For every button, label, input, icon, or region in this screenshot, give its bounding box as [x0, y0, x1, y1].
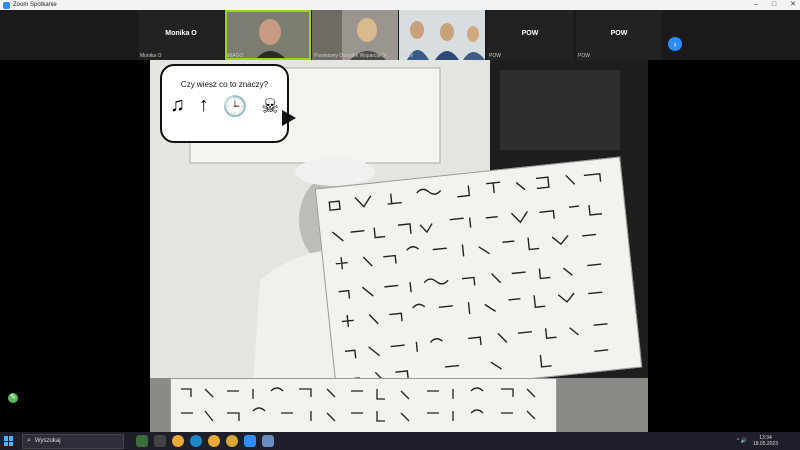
- speech-bubble-tail: [282, 110, 296, 126]
- participant-label: iMAGO: [227, 53, 244, 59]
- participant-label: POW: [401, 53, 413, 59]
- blissymbols-row: [181, 387, 536, 422]
- participant-tile[interactable]: POW POW: [487, 10, 573, 60]
- participant-tile[interactable]: Monika O Monika O: [138, 10, 224, 60]
- participant-video-tile[interactable]: Powiatowy Ośrodek Wsparcia "P...: [312, 10, 398, 60]
- edge-icon[interactable]: [190, 435, 202, 447]
- tray-icons[interactable]: ^ 🔊: [737, 438, 747, 444]
- window-title: Zoom Spotkanie: [13, 2, 57, 8]
- participant-label: Monika O: [140, 53, 162, 59]
- participant-name: POW: [521, 30, 539, 37]
- speech-bubble: Czy wiesz co to znaczy? ♫ ↑ 🕒 ☠: [160, 64, 289, 143]
- search-placeholder: Wyszukaj: [34, 438, 61, 444]
- widgets-icon[interactable]: [136, 435, 148, 447]
- music-note-icon: ♫: [170, 94, 185, 116]
- search-icon: ⌕: [27, 437, 31, 444]
- participant-strip: Monika O Monika O iMAGO Powiatowy Ośrode…: [0, 10, 800, 60]
- maximize-button[interactable]: □: [772, 0, 776, 10]
- taskbar-apps: [136, 435, 274, 447]
- participant-label: POW: [489, 53, 501, 59]
- participant-label: Powiatowy Ośrodek Wsparcia "P...: [314, 53, 391, 59]
- skull-crossbones-icon: ☠: [261, 96, 279, 118]
- chrome-icon[interactable]: [226, 435, 238, 447]
- participant-tile[interactable]: POW POW: [576, 10, 662, 60]
- zoom-icon[interactable]: [244, 435, 256, 447]
- participant-video-tile[interactable]: POW: [399, 10, 485, 60]
- participant-name: POW: [610, 30, 628, 37]
- minimize-button[interactable]: –: [754, 0, 758, 10]
- blissymbols-grid: [328, 172, 609, 382]
- next-page-button[interactable]: ›: [668, 37, 682, 51]
- participant-video-tile[interactable]: iMAGO: [225, 10, 311, 60]
- file-explorer-icon[interactable]: [262, 435, 274, 447]
- participant-label: POW: [578, 53, 590, 59]
- chrome-icon[interactable]: [172, 435, 184, 447]
- bubble-icons: ♫ ↑ 🕒 ☠: [170, 94, 279, 119]
- windows-taskbar: ⌕ Wyszukaj ^ 🔊 13:34 18.05.2023: [0, 432, 800, 450]
- annotate-pen-icon[interactable]: ✎: [8, 393, 18, 403]
- task-view-icon[interactable]: [154, 435, 166, 447]
- close-button[interactable]: ✕: [790, 0, 796, 10]
- arrow-up-icon: ↑: [198, 94, 209, 116]
- bubble-question: Czy wiesz co to znaczy?: [180, 80, 269, 89]
- symbol-board-bottom: [170, 378, 557, 432]
- clock-date: 18.05.2023: [752, 441, 778, 447]
- window-controls: – □ ✕: [754, 0, 796, 10]
- symbol-board: [314, 156, 643, 400]
- window-titlebar: Zoom Spotkanie – □ ✕: [0, 0, 800, 10]
- participant-name: Monika O: [165, 30, 197, 37]
- chrome-icon[interactable]: [208, 435, 220, 447]
- clock[interactable]: 13:34 18.05.2023: [753, 435, 778, 447]
- system-tray: ^ 🔊 13:34 18.05.2023: [737, 432, 778, 450]
- zoom-app-icon: [3, 1, 10, 9]
- windows-start-icon[interactable]: [4, 436, 14, 446]
- clock-icon: 🕒: [222, 96, 248, 118]
- taskbar-search[interactable]: ⌕ Wyszukaj: [22, 433, 124, 449]
